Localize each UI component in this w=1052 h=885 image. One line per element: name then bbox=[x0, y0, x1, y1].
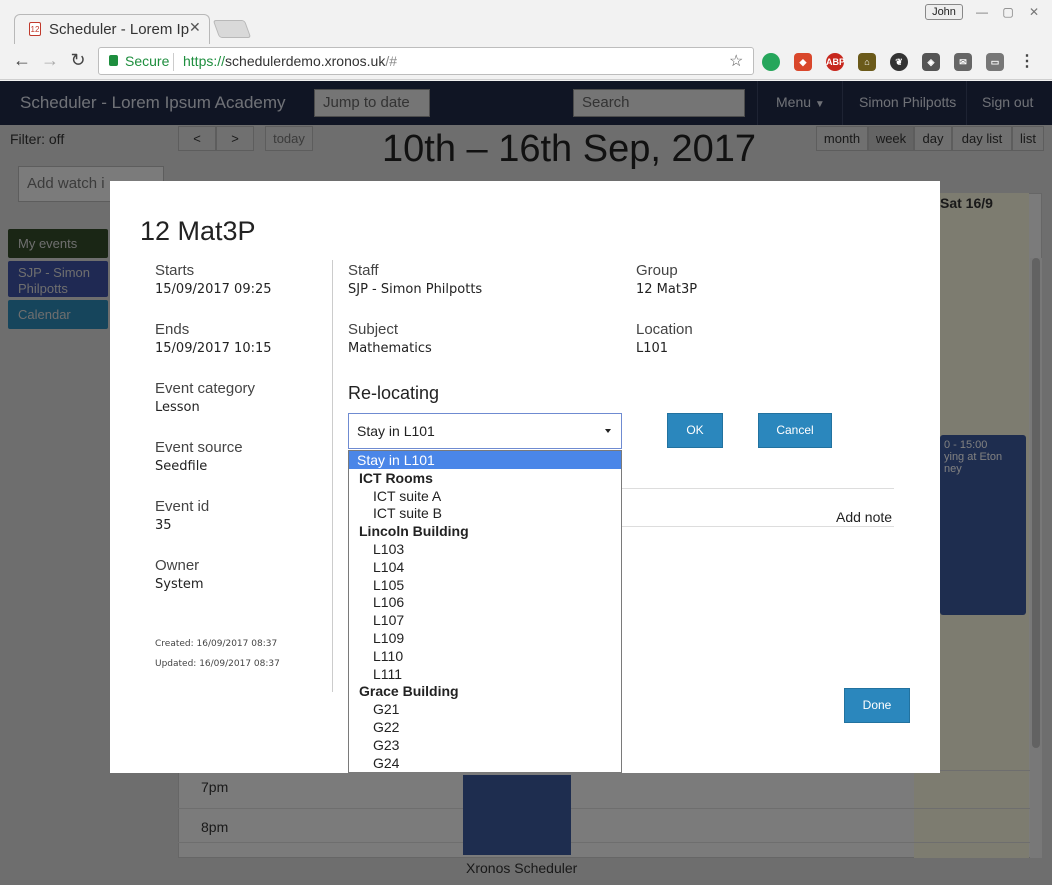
ok-button[interactable]: OK bbox=[667, 413, 723, 448]
house-icon[interactable]: ⌂ bbox=[858, 53, 876, 71]
minimize-icon[interactable]: — bbox=[971, 3, 993, 21]
lastpass-icon[interactable]: ◈ bbox=[922, 53, 940, 71]
starts-label: Starts bbox=[155, 262, 195, 279]
column-divider bbox=[332, 260, 333, 692]
close-window-icon[interactable]: ✕ bbox=[1023, 3, 1045, 21]
address-bar[interactable]: Secure https://schedulerdemo.xronos.uk/#… bbox=[98, 47, 754, 75]
relocating-heading: Re-locating bbox=[348, 383, 440, 403]
option-g23[interactable]: G23 bbox=[349, 736, 621, 754]
maximize-icon[interactable]: ▢ bbox=[997, 3, 1019, 21]
address-separator bbox=[173, 53, 174, 71]
green-circle-icon[interactable] bbox=[762, 53, 780, 71]
relocate-select[interactable]: Stay in L101 bbox=[348, 413, 622, 449]
category-value: Lesson bbox=[155, 400, 200, 415]
ends-label: Ends bbox=[155, 321, 190, 338]
source-value: Seedfile bbox=[155, 459, 208, 474]
profile-badge[interactable]: John bbox=[925, 4, 963, 20]
option-l110[interactable]: L110 bbox=[349, 647, 621, 665]
option-g21[interactable]: G21 bbox=[349, 700, 621, 718]
cast-icon[interactable]: ▭ bbox=[986, 53, 1004, 71]
subject-value: Mathematics bbox=[348, 341, 432, 356]
owner-value: System bbox=[155, 577, 204, 592]
option-l104[interactable]: L104 bbox=[349, 558, 621, 576]
option-ict-suite-a[interactable]: ICT suite A bbox=[349, 487, 621, 505]
staff-value: SJP - Simon Philpotts bbox=[348, 282, 483, 297]
option-l109[interactable]: L109 bbox=[349, 629, 621, 647]
adblock-icon[interactable]: ABP bbox=[826, 53, 845, 71]
source-label: Event source bbox=[155, 439, 243, 456]
url-fragment: /# bbox=[385, 53, 398, 69]
subject-label: Subject bbox=[348, 321, 399, 338]
notes-divider bbox=[622, 488, 894, 489]
url-scheme: https:// bbox=[183, 53, 226, 69]
group-label: Group bbox=[636, 262, 678, 279]
optgroup-grace-building: Grace Building bbox=[359, 683, 459, 699]
option-stay[interactable]: Stay in L101 bbox=[349, 451, 621, 469]
option-l106[interactable]: L106 bbox=[349, 593, 621, 611]
owner-label: Owner bbox=[155, 557, 200, 574]
reload-icon[interactable]: ↻ bbox=[68, 50, 88, 70]
starts-value: 15/09/2017 09:25 bbox=[155, 282, 272, 297]
extension-icon[interactable]: ◆ bbox=[794, 53, 812, 71]
option-g22[interactable]: G22 bbox=[349, 718, 621, 736]
option-l107[interactable]: L107 bbox=[349, 611, 621, 629]
calendar-favicon-icon: 12 bbox=[29, 22, 41, 36]
dropdown-caret-icon bbox=[605, 429, 611, 433]
option-l103[interactable]: L103 bbox=[349, 540, 621, 558]
url-host: schedulerdemo.xronos.uk bbox=[225, 53, 386, 69]
location-label: Location bbox=[636, 321, 693, 338]
group-value: 12 Mat3P bbox=[636, 282, 698, 297]
evernote-icon[interactable]: ❦ bbox=[890, 53, 908, 71]
cancel-button[interactable]: Cancel bbox=[758, 413, 832, 448]
event-id-value: 35 bbox=[155, 518, 172, 533]
ends-value: 15/09/2017 10:15 bbox=[155, 341, 272, 356]
done-button[interactable]: Done bbox=[844, 688, 910, 723]
option-l111[interactable]: L111 bbox=[349, 665, 621, 683]
mail-icon[interactable]: ✉ bbox=[954, 53, 972, 71]
location-value: L101 bbox=[636, 341, 669, 356]
option-ict-suite-b[interactable]: ICT suite B bbox=[349, 504, 621, 522]
option-g24[interactable]: G24 bbox=[349, 754, 621, 772]
updated-timestamp: Updated: 16/09/2017 08:37 bbox=[155, 659, 280, 669]
relocate-select-value: Stay in L101 bbox=[357, 423, 435, 439]
forward-arrow-icon[interactable]: → bbox=[40, 50, 60, 70]
notes-divider bbox=[622, 526, 894, 527]
more-icon[interactable]: ⋮ bbox=[1018, 53, 1036, 71]
new-tab-button[interactable] bbox=[212, 20, 252, 38]
tab-title: Scheduler - Lorem Ipsum Academy bbox=[49, 21, 189, 38]
add-note-link[interactable]: Add note bbox=[836, 509, 892, 525]
staff-label: Staff bbox=[348, 262, 379, 279]
secure-label: Secure bbox=[125, 53, 170, 69]
optgroup-ict-rooms: ICT Rooms bbox=[359, 470, 433, 486]
relocate-options-list[interactable]: Stay in L101 ICT Rooms ICT suite A ICT s… bbox=[348, 450, 622, 773]
url-text: https://schedulerdemo.xronos.uk/# bbox=[183, 53, 397, 69]
created-timestamp: Created: 16/09/2017 08:37 bbox=[155, 639, 278, 649]
event-id-label: Event id bbox=[155, 498, 210, 515]
bookmark-star-icon[interactable]: ☆ bbox=[729, 51, 743, 71]
lock-icon bbox=[109, 55, 118, 66]
close-tab-icon[interactable]: ✕ bbox=[189, 19, 201, 36]
optgroup-lincoln-building: Lincoln Building bbox=[359, 523, 469, 539]
event-title: 12 Mat3P bbox=[140, 216, 256, 246]
browser-tab[interactable]: 12 Scheduler - Lorem Ipsum Academy ✕ bbox=[14, 14, 210, 44]
category-label: Event category bbox=[155, 380, 256, 397]
option-l105[interactable]: L105 bbox=[349, 576, 621, 594]
browser-chrome: 12 Scheduler - Lorem Ipsum Academy ✕ Joh… bbox=[0, 0, 1052, 80]
back-arrow-icon[interactable]: ← bbox=[12, 50, 32, 70]
